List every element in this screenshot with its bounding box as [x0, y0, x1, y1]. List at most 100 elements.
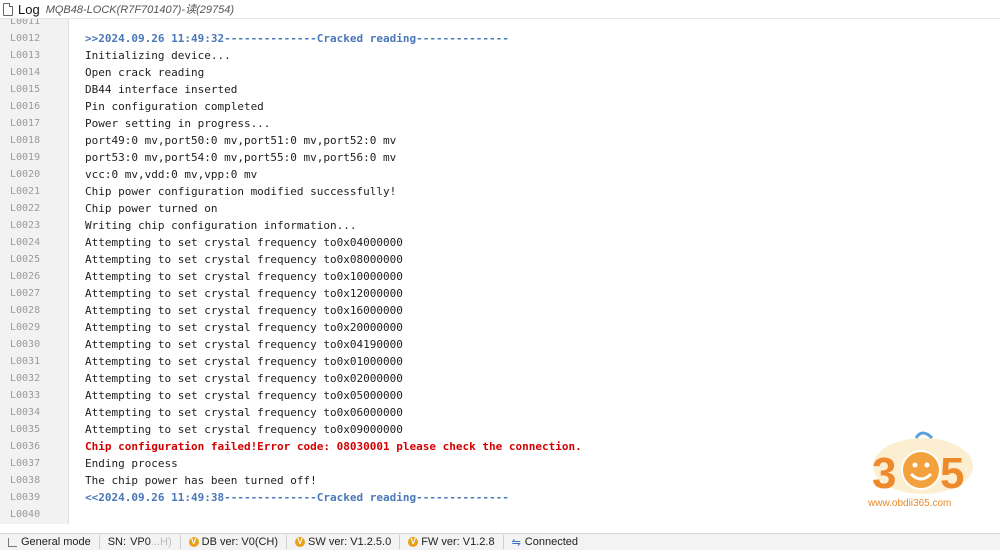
window-title: Log: [18, 1, 40, 17]
log-line: L0017 Power setting in progress...: [0, 115, 1000, 132]
log-text: vcc:0 mv,vdd:0 mv,vpp:0 mv: [85, 168, 258, 181]
line-number: L0040: [10, 509, 41, 520]
fw-version: V FW ver: V1.2.8: [400, 535, 504, 549]
log-line: L0032 Attempting to set crystal frequency…: [0, 370, 1000, 387]
log-line: L0016 Pin configuration completed: [0, 98, 1000, 115]
log-text: Attempting to set crystal frequency to0x…: [85, 236, 403, 249]
log-text: Attempting to set crystal frequency to0x…: [85, 372, 403, 385]
log-text: Writing chip configuration information..…: [85, 219, 357, 232]
log-line: L0024 Attempting to set crystal frequency…: [0, 234, 1000, 251]
connection-label: Connected: [524, 536, 578, 548]
log-line: L0027 Attempting to set crystal frequency…: [0, 285, 1000, 302]
line-number: L0017: [10, 118, 41, 129]
line-number: L0018: [10, 135, 41, 146]
log-line: L0018 port49:0 mv,port50:0 mv,port51:0 mv…: [0, 132, 1000, 149]
version-badge-icon: V: [408, 537, 419, 547]
connection-status: ⇋ Connected: [504, 535, 586, 549]
version-badge-icon: V: [188, 537, 199, 547]
log-line: L0038 The chip power has been turned off!: [0, 472, 1000, 489]
line-number: L0034: [10, 407, 41, 418]
log-text: Attempting to set crystal frequency to0x…: [85, 253, 403, 266]
line-number: L0019: [10, 152, 41, 163]
status-bar: General mode SN: VP0 ...H) V DB ver: V0(…: [0, 533, 1000, 550]
mode-icon: [8, 537, 17, 547]
log-text: Attempting to set crystal frequency to0x…: [85, 287, 403, 300]
line-number: L0029: [10, 322, 41, 333]
mode-indicator[interactable]: General mode: [0, 535, 100, 549]
log-line: L0014 Open crack reading: [0, 64, 1000, 81]
log-line: L0019 port53:0 mv,port54:0 mv,port55:0 mv…: [0, 149, 1000, 166]
log-line: L0023 Writing chip configuration informat…: [0, 217, 1000, 234]
line-number: L0031: [10, 356, 41, 367]
watermark-url: www.obdii365.com: [868, 498, 952, 509]
obdii365-logo-icon: 3 5: [872, 431, 973, 498]
log-header-text: >>2024.09.26 11:49:32--------------Crack…: [85, 32, 509, 45]
line-number: L0020: [10, 169, 41, 180]
line-number: L0015: [10, 84, 41, 95]
watermark-logo: 3 5 www.obdii365.com: [866, 430, 976, 512]
line-number: L0026: [10, 271, 41, 282]
log-line: L0029 Attempting to set crystal frequency…: [0, 319, 1000, 336]
log-text: The chip power has been turned off!: [85, 474, 317, 487]
line-number: L0016: [10, 101, 41, 112]
db-version-label: DB ver: V0(CH): [201, 536, 279, 548]
sn-value: VP0: [130, 536, 151, 548]
log-line: L0021 Chip power configuration modified s…: [0, 183, 1000, 200]
document-icon: [3, 2, 13, 16]
log-line: L0012 >>2024.09.26 11:49:32--------------…: [0, 30, 1000, 47]
device-title: MQB48-LOCK(R7F701407)-读(29754): [45, 4, 235, 16]
line-number: L0030: [10, 339, 41, 350]
sw-version-label: SW ver: V1.2.5.0: [308, 536, 392, 548]
mode-label: General mode: [21, 536, 91, 548]
svg-text:5: 5: [940, 449, 964, 498]
log-line: L0036 Chip configuration failed!Error cod…: [0, 438, 1000, 455]
log-text: Attempting to set crystal frequency to0x…: [85, 304, 403, 317]
log-line: L0031 Attempting to set crystal frequency…: [0, 353, 1000, 370]
db-version: V DB ver: V0(CH): [181, 535, 288, 549]
line-number: L0021: [10, 186, 41, 197]
line-number: L0013: [10, 50, 41, 61]
line-number: L0038: [10, 475, 41, 486]
serial-number: SN: VP0 ...H): [100, 535, 181, 549]
line-number: L0011: [10, 19, 41, 27]
log-text: Attempting to set crystal frequency to0x…: [85, 406, 403, 419]
log-line: L0030 Attempting to set crystal frequency…: [0, 336, 1000, 353]
log-line: L0035 Attempting to set crystal frequency…: [0, 421, 1000, 438]
sw-version: V SW ver: V1.2.5.0: [287, 535, 401, 549]
log-line: L0028 Attempting to set crystal frequency…: [0, 302, 1000, 319]
line-number: L0039: [10, 492, 41, 503]
log-text: Power setting in progress...: [85, 117, 271, 130]
line-number: L0035: [10, 424, 41, 435]
log-line: L0026 Attempting to set crystal frequency…: [0, 268, 1000, 285]
line-number: L0032: [10, 373, 41, 384]
log-line: L0037 Ending process: [0, 455, 1000, 472]
line-number: L0024: [10, 237, 41, 248]
line-number: L0022: [10, 203, 41, 214]
log-text: Open crack reading: [85, 66, 205, 79]
line-number: L0023: [10, 220, 41, 231]
log-line: L0013 Initializing device...: [0, 47, 1000, 64]
log-text: Ending process: [85, 457, 178, 470]
log-text: Attempting to set crystal frequency to0x…: [85, 355, 403, 368]
line-number: L0014: [10, 67, 41, 78]
log-line: L0033 Attempting to set crystal frequency…: [0, 387, 1000, 404]
log-text: Attempting to set crystal frequency to0x…: [85, 423, 403, 436]
line-number: L0028: [10, 305, 41, 316]
line-number: L0037: [10, 458, 41, 469]
line-number: L0025: [10, 254, 41, 265]
log-error-text: Chip configuration failed!Error code: 08…: [85, 440, 582, 453]
line-number: L0033: [10, 390, 41, 401]
title-bar: Log MQB48-LOCK(R7F701407)-读(29754): [0, 0, 1000, 19]
log-text: Attempting to set crystal frequency to0x…: [85, 321, 403, 334]
fw-version-label: FW ver: V1.2.8: [421, 536, 495, 548]
log-text: Chip power turned on: [85, 202, 218, 215]
log-line: L0039 <<2024.09.26 11:49:38--------------…: [0, 489, 1000, 506]
log-line: L0025 Attempting to set crystal frequency…: [0, 251, 1000, 268]
log-line: L0011: [0, 19, 1000, 30]
version-badge-icon: V: [295, 537, 306, 547]
log-line: L0015 DB44 interface inserted: [0, 81, 1000, 98]
log-text: DB44 interface inserted: [85, 83, 238, 96]
line-number: L0036: [10, 441, 41, 452]
log-line: L0034 Attempting to set crystal frequency…: [0, 404, 1000, 421]
log-view[interactable]: L0011 L0012 >>2024.09.26 11:49:32---------…: [0, 19, 1000, 524]
